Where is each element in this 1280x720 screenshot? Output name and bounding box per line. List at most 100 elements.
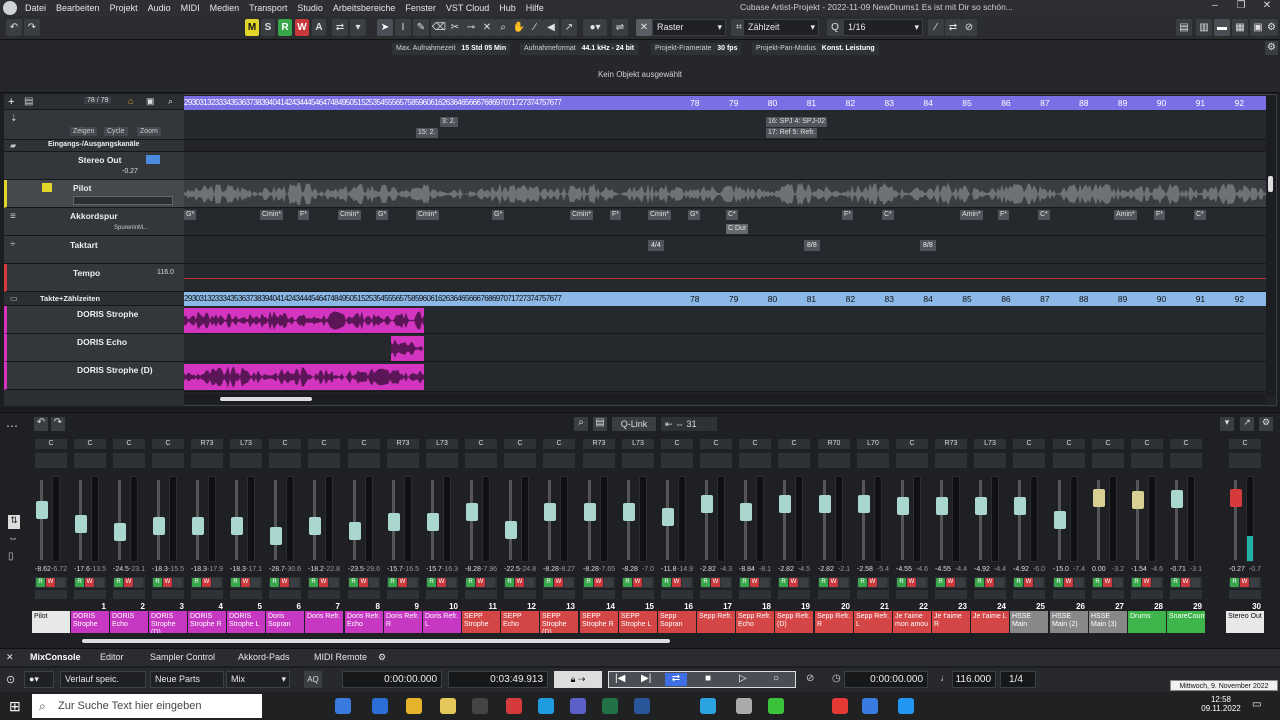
marker-17[interactable]: 17: Ref 5: Refr.: [766, 128, 818, 138]
mute-solo-buttons[interactable]: [818, 453, 850, 468]
routing-slot[interactable]: [1013, 590, 1045, 599]
notifications-icon[interactable]: ▭: [1252, 699, 1261, 710]
read-write-buttons[interactable]: RW: [622, 577, 654, 588]
routing-slot[interactable]: [700, 590, 732, 599]
layout-full-icon[interactable]: ▣: [1250, 19, 1266, 36]
channel-name[interactable]: Sepp Refr. Echo: [736, 611, 774, 633]
chord-event[interactable]: F*: [610, 210, 621, 220]
minimize-icon[interactable]: –: [1204, 0, 1226, 16]
layout-list-icon[interactable]: ▤: [1176, 19, 1192, 36]
channel-count[interactable]: ⇤ ⇔ 31: [661, 417, 717, 431]
mixer-list-icon[interactable]: ▤: [593, 417, 607, 431]
autoscroll-icon[interactable]: ⇌: [612, 19, 628, 36]
mute-solo-buttons[interactable]: [504, 453, 536, 468]
home-icon[interactable]: ⌂: [128, 96, 133, 106]
track-options-icon[interactable]: ▤: [24, 96, 33, 107]
volume-fader[interactable]: [153, 516, 165, 535]
routing-slot[interactable]: [1229, 590, 1261, 599]
channel-name[interactable]: Stereo Out: [1226, 611, 1264, 633]
routing-slot[interactable]: [1092, 590, 1124, 599]
pan-control[interactable]: L73: [622, 439, 654, 449]
track-bars-beats[interactable]: ▭ Takte+Zählzeiten: [4, 292, 184, 306]
pan-control[interactable]: C: [504, 439, 536, 449]
channel-name[interactable]: HSSE Main (3): [1089, 611, 1127, 633]
mute-all-button[interactable]: M: [245, 19, 259, 36]
read-write-buttons[interactable]: RW: [935, 577, 967, 588]
volume-fader[interactable]: [544, 503, 556, 521]
volume-fader[interactable]: [349, 522, 361, 541]
layout-bottom-icon[interactable]: ▬: [1214, 19, 1230, 36]
horizontal-scrollbar[interactable]: [184, 394, 1266, 404]
tab-settings-icon[interactable]: ⚙: [378, 652, 386, 663]
track-signature[interactable]: ÷ Taktart: [4, 236, 184, 264]
pan-control[interactable]: C: [1013, 439, 1045, 449]
pan-control[interactable]: C: [543, 439, 575, 449]
pan-control[interactable]: R70: [818, 439, 850, 449]
read-write-buttons[interactable]: RW: [1053, 577, 1085, 588]
volume-fader[interactable]: [858, 495, 870, 513]
read-write-buttons[interactable]: RW: [152, 577, 184, 588]
volume-values[interactable]: -18.3 -15.5: [152, 566, 184, 573]
marker-15[interactable]: 15: 2.: [416, 128, 438, 138]
hand-tool-icon[interactable]: ✋: [511, 19, 527, 36]
app-excel-icon[interactable]: [602, 698, 618, 714]
mute-solo-buttons[interactable]: [974, 453, 1006, 468]
time-display-icon[interactable]: ◷: [832, 673, 841, 684]
chord-event[interactable]: C*: [726, 210, 738, 220]
mix-mode-dropdown[interactable]: Mix ▾: [226, 671, 290, 688]
mute-solo-buttons[interactable]: [935, 453, 967, 468]
pan-control[interactable]: L73: [974, 439, 1006, 449]
tempo-display[interactable]: 116.000: [952, 671, 996, 688]
mixer-dropdown-icon[interactable]: ▾: [1220, 417, 1234, 431]
channel-name[interactable]: Sepp Refr. (D): [775, 611, 813, 633]
channel-name[interactable]: Doris Refr. L: [423, 611, 461, 633]
channel-name[interactable]: Je t'aime L: [971, 611, 1009, 633]
speaker-tool-icon[interactable]: ◀: [543, 19, 559, 36]
menu-item-datei[interactable]: Datei: [20, 3, 51, 13]
read-write-buttons[interactable]: RW: [387, 577, 419, 588]
read-write-buttons[interactable]: RW: [1131, 577, 1163, 588]
lock-icon[interactable]: 🔒︎ ⇢: [554, 671, 602, 688]
volume-values[interactable]: -23.5 -29.6: [348, 566, 380, 573]
zoom-button[interactable]: Zoom: [137, 127, 161, 136]
mute-solo-buttons[interactable]: [191, 453, 223, 468]
app-browser-icon[interactable]: [335, 698, 351, 714]
volume-values[interactable]: -2.82 -4.5: [778, 566, 810, 573]
routing-slot[interactable]: [152, 590, 184, 599]
volume-values[interactable]: -0.71 -3.1: [1170, 566, 1202, 573]
app-mail-icon[interactable]: [372, 698, 388, 714]
routing-slot[interactable]: [739, 590, 771, 599]
q-link-button[interactable]: Q-Link: [612, 417, 656, 431]
track-chord[interactable]: ≡ Akkordspur SpureninM...: [4, 208, 184, 236]
volume-values[interactable]: -4.55 -4.4: [935, 566, 967, 573]
signature-4-4[interactable]: 4/4: [648, 240, 664, 251]
volume-fader[interactable]: [270, 527, 282, 545]
channel-name[interactable]: Sepp Refr. L: [854, 611, 892, 633]
pan-control[interactable]: C: [739, 439, 771, 449]
read-write-buttons[interactable]: RW: [661, 577, 693, 588]
routing-slot[interactable]: [426, 590, 458, 599]
stop-icon[interactable]: ■: [705, 673, 711, 684]
dropdown-arrow-icon[interactable]: ▾: [350, 19, 366, 36]
pan-control[interactable]: L73: [230, 439, 262, 449]
routing-slot[interactable]: [1170, 590, 1202, 599]
volume-values[interactable]: -1.54 -4.6: [1131, 566, 1163, 573]
menu-item-hilfe[interactable]: Hilfe: [521, 3, 549, 13]
quantize-settings-icon[interactable]: ⇄: [945, 19, 961, 36]
app-word-icon[interactable]: [634, 698, 650, 714]
pan-control[interactable]: C: [269, 439, 301, 449]
eraser-tool-icon[interactable]: ⌫: [431, 19, 447, 36]
color-picker-icon[interactable]: ●▾: [583, 19, 607, 36]
mute-solo-buttons[interactable]: [348, 453, 380, 468]
menu-item-transport[interactable]: Transport: [244, 3, 292, 13]
app-yandex-icon[interactable]: [832, 698, 848, 714]
chord-event[interactable]: G*: [184, 210, 197, 220]
split-tool-icon[interactable]: ✂: [447, 19, 463, 36]
volume-values[interactable]: -0.27 -0.7: [1229, 566, 1261, 573]
write-all-button[interactable]: W: [295, 19, 309, 36]
routing-slot[interactable]: [778, 590, 810, 599]
menu-item-medien[interactable]: Medien: [205, 3, 245, 13]
menu-item-projekt[interactable]: Projekt: [105, 3, 143, 13]
volume-values[interactable]: -15.7 -16.5: [387, 566, 419, 573]
channel-name[interactable]: Sepp Refr. R: [815, 611, 853, 633]
